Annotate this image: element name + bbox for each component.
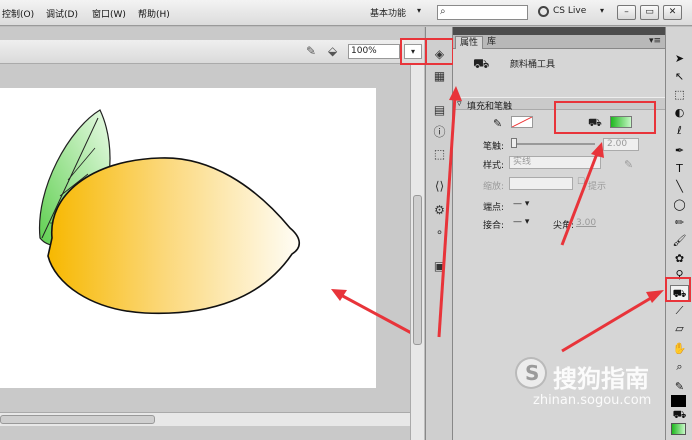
edit-stroke-style-icon[interactable]: ✎ [624, 158, 633, 171]
eraser-tool-icon[interactable]: ▱ [670, 321, 689, 337]
stroke-color-icon: ✎ [493, 117, 503, 130]
tab-library[interactable]: 库 [483, 36, 500, 49]
watermark-brand: 搜狗指南 [553, 365, 649, 393]
stroke-label: 笔触: [483, 142, 505, 152]
properties-panel: 属性 库 ▾≡ ⛟ 颜料桶工具 ▿ 填充和笔触 ✎ ⛟ 笔触: 2.00 样式:… [437, 27, 665, 440]
highlight-fill-swatch [554, 101, 656, 134]
style-label: 样式: [483, 161, 505, 171]
free-transform-tool-icon[interactable]: ⬚ [670, 87, 689, 103]
join-select[interactable]: — ▾ [513, 217, 529, 227]
hand-tool-icon[interactable]: ✋ [670, 341, 689, 357]
zoom-select[interactable]: 100% [348, 44, 400, 59]
vertical-scroll-thumb[interactable] [413, 195, 422, 345]
stroke-slider-thumb[interactable] [511, 138, 517, 148]
watermark-url: zhinan.sogou.com [533, 393, 652, 408]
workspace-dropdown-icon[interactable]: ▾ [417, 6, 421, 15]
menu-bar: 控制(O) 调试(D) 窗口(W) 帮助(H) 基本功能 ▾ ⌕ CS Live… [0, 0, 692, 26]
paint-bucket-icon: ⛟ [473, 57, 490, 72]
menu-window[interactable]: 窗口(W) [92, 7, 126, 20]
stage-canvas[interactable] [0, 88, 376, 388]
close-button[interactable]: ✕ [663, 5, 682, 20]
tool-name: 颜料桶工具 [510, 60, 556, 70]
fill-color-tool-icon[interactable]: ⛟ [670, 407, 689, 423]
fill-color-tool-swatch[interactable] [671, 423, 686, 435]
subselection-tool-icon[interactable]: ↖ [670, 69, 689, 85]
cslive-dropdown-icon[interactable]: ▾ [600, 6, 604, 15]
annotation-arrow-tool [561, 290, 664, 353]
annotation-arrow-stage [331, 289, 418, 338]
stroke-width-input[interactable]: 2.00 [603, 138, 639, 151]
3d-rotation-tool-icon[interactable]: ◐ [670, 105, 689, 121]
text-tool-icon[interactable]: T [670, 161, 689, 177]
vertical-scrollbar[interactable] [410, 65, 424, 440]
tab-properties[interactable]: 属性 [455, 36, 484, 49]
join-label: 接合: [483, 221, 505, 231]
menu-control[interactable]: 控制(O) [2, 7, 34, 20]
eyedropper-tool-icon[interactable]: ⟋ [670, 303, 689, 319]
no-color-icon [511, 116, 533, 128]
pen-tool-icon[interactable]: ✒ [670, 143, 689, 159]
selection-tool-icon[interactable]: ➤ [670, 51, 689, 67]
edit-scene-icon[interactable]: ✎ [306, 44, 316, 58]
lasso-tool-icon[interactable]: ℓ [670, 123, 689, 139]
brush-tool-icon[interactable]: 🖌 [670, 233, 689, 249]
oval-tool-icon[interactable]: ◯ [670, 197, 689, 213]
section-title: 填充和笔触 [467, 102, 513, 112]
minimize-button[interactable]: – [617, 5, 636, 20]
highlight-color-icon [425, 38, 454, 65]
menu-help[interactable]: 帮助(H) [138, 7, 170, 20]
scale-label: 缩放: [483, 182, 505, 192]
annotation-arrow-fill [560, 142, 604, 246]
horizontal-scrollbar[interactable] [0, 412, 410, 426]
zoom-tool-icon[interactable]: ⌕ [670, 359, 689, 375]
pencil-tool-icon[interactable]: ✏ [670, 215, 689, 231]
line-tool-icon[interactable]: ╲ [670, 179, 689, 195]
annotation-arrow-icon [437, 86, 462, 338]
edit-symbol-icon[interactable]: ⬙ [328, 44, 337, 58]
stroke-color-tool-swatch[interactable] [671, 395, 686, 407]
deco-tool-icon[interactable]: ✿ [670, 251, 689, 267]
cap-label: 端点: [483, 203, 505, 213]
sogou-logo-icon: S [515, 357, 547, 389]
search-icon: ⌕ [440, 6, 446, 17]
highlight-paint-bucket-tool [665, 277, 691, 302]
stroke-color-tool-icon[interactable]: ✎ [670, 379, 689, 395]
help-search-input[interactable]: ⌕ [437, 5, 528, 20]
properties-tabs: 属性 库 ▾≡ [453, 35, 665, 49]
cslive-button[interactable]: CS Live [553, 6, 586, 16]
menu-debug[interactable]: 调试(D) [46, 7, 78, 20]
cslive-icon [538, 6, 549, 17]
panel-menu-icon[interactable]: ▾≡ [649, 36, 661, 46]
tools-panel: ➤ ↖ ⬚ ◐ ℓ ✒ T ╲ ◯ ✏ 🖌 ✿ ⚲ ⛟ ⟋ ▱ ✋ ⌕ ✎ ⛟ [665, 27, 692, 440]
restore-button[interactable]: ▭ [640, 5, 659, 20]
horizontal-scroll-thumb[interactable] [0, 415, 155, 424]
cap-select[interactable]: — ▾ [513, 199, 529, 209]
stroke-color-swatch[interactable] [511, 116, 533, 128]
properties-titlebar [453, 27, 665, 35]
document-toolbar: ✎ ⬙ 100% ▾ [0, 40, 424, 64]
workspace-switcher[interactable]: 基本功能 [370, 6, 406, 19]
lemon-drawing [38, 109, 301, 315]
